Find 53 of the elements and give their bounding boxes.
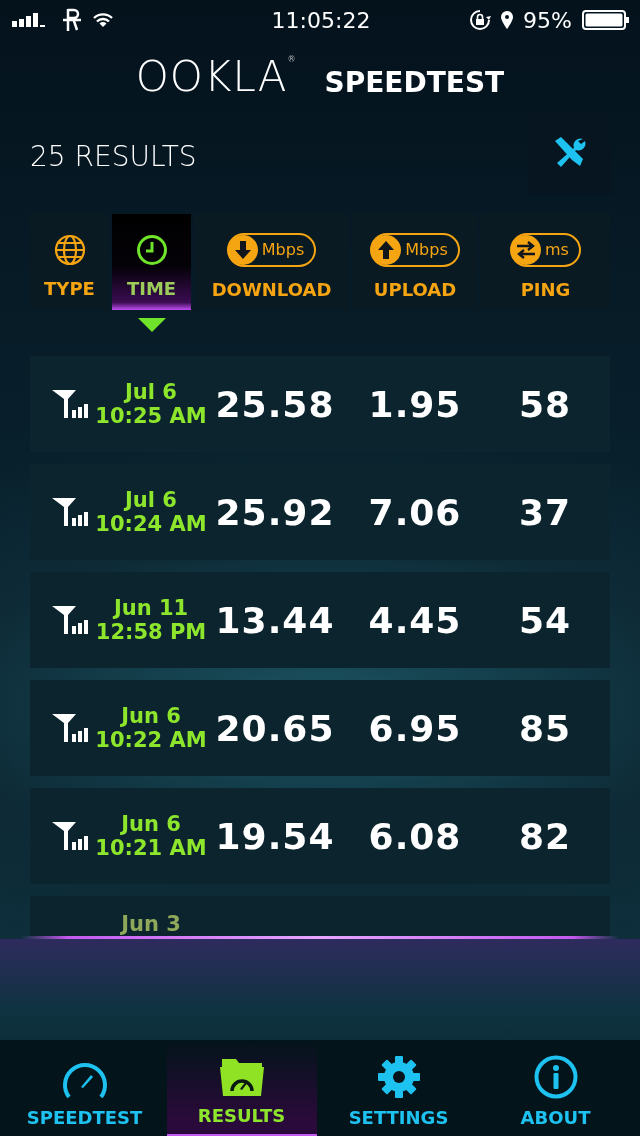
- wifi-icon: [92, 12, 114, 28]
- battery-icon: [582, 10, 630, 30]
- download-speed: 20.65: [214, 707, 336, 749]
- sort-tab[interactable]: TYPE: [30, 214, 109, 310]
- ping-value: 85: [517, 707, 573, 749]
- clock-icon: [135, 233, 168, 266]
- result-date: Jun 3: [121, 912, 181, 936]
- ping-value: 54: [517, 599, 573, 641]
- results-count: 25 RESULTS: [30, 138, 197, 173]
- clock-time: 11:05:22: [271, 7, 371, 33]
- ookla-logo: OOKLA$^{®}$: [135, 56, 297, 98]
- ping-value: 37: [517, 491, 573, 533]
- result-time: 12:58 PM: [95, 620, 207, 644]
- download-speed: 19.54: [214, 815, 336, 857]
- settings-icon: [376, 1055, 421, 1099]
- upload-speed: 6.08: [367, 815, 463, 857]
- upload-speed: 7.06: [367, 491, 463, 533]
- download-speed: 25.92: [214, 491, 336, 533]
- result-date: Jul 6: [125, 488, 177, 512]
- result-date: Jun 11: [113, 596, 189, 620]
- sort-tab[interactable]: TIME: [112, 214, 191, 310]
- result-time: 10:24 AM: [95, 512, 207, 536]
- sort-tab[interactable]: Mbps UPLOAD: [352, 214, 478, 310]
- unit-badge: ms: [510, 232, 581, 267]
- ping-value: 82: [517, 815, 573, 857]
- download-speed: 13.44: [214, 599, 336, 641]
- nav-tab[interactable]: SETTINGS: [323, 1040, 474, 1136]
- globe-icon: [53, 233, 86, 266]
- ping-value: 58: [517, 383, 573, 425]
- result-date: Jun 6: [121, 812, 181, 836]
- upload-speed: 4.45: [367, 599, 463, 641]
- unit-badge: Mbps: [226, 232, 317, 267]
- result-time: 10:22 AM: [95, 728, 207, 752]
- upload-speed: 6.95: [367, 707, 463, 749]
- info-icon: [533, 1055, 578, 1099]
- unit-badge: Mbps: [370, 232, 460, 267]
- result-row[interactable]: Jun 3: [30, 896, 610, 936]
- sort-tab[interactable]: ms PING: [481, 214, 610, 310]
- emblem-icon: [62, 7, 82, 33]
- result-time: 10:21 AM: [95, 836, 207, 860]
- nav-tab[interactable]: SPEEDTEST: [9, 1040, 160, 1136]
- result-time: 10:25 AM: [95, 404, 207, 428]
- upload-speed: 1.95: [367, 383, 463, 425]
- app-title: SPEEDTEST: [324, 64, 505, 99]
- location-icon: [501, 11, 514, 29]
- nav-tab[interactable]: ABOUT: [480, 1040, 631, 1136]
- sort-tab[interactable]: Mbps DOWNLOAD: [194, 214, 349, 310]
- rotation-lock-icon: [469, 9, 492, 31]
- download-speed: 25.58: [214, 383, 336, 425]
- result-date: Jul 6: [125, 380, 177, 404]
- sort-arrow-icon: [137, 318, 166, 332]
- result-date: Jun 6: [121, 704, 181, 728]
- battery-percent: 95%: [523, 7, 572, 33]
